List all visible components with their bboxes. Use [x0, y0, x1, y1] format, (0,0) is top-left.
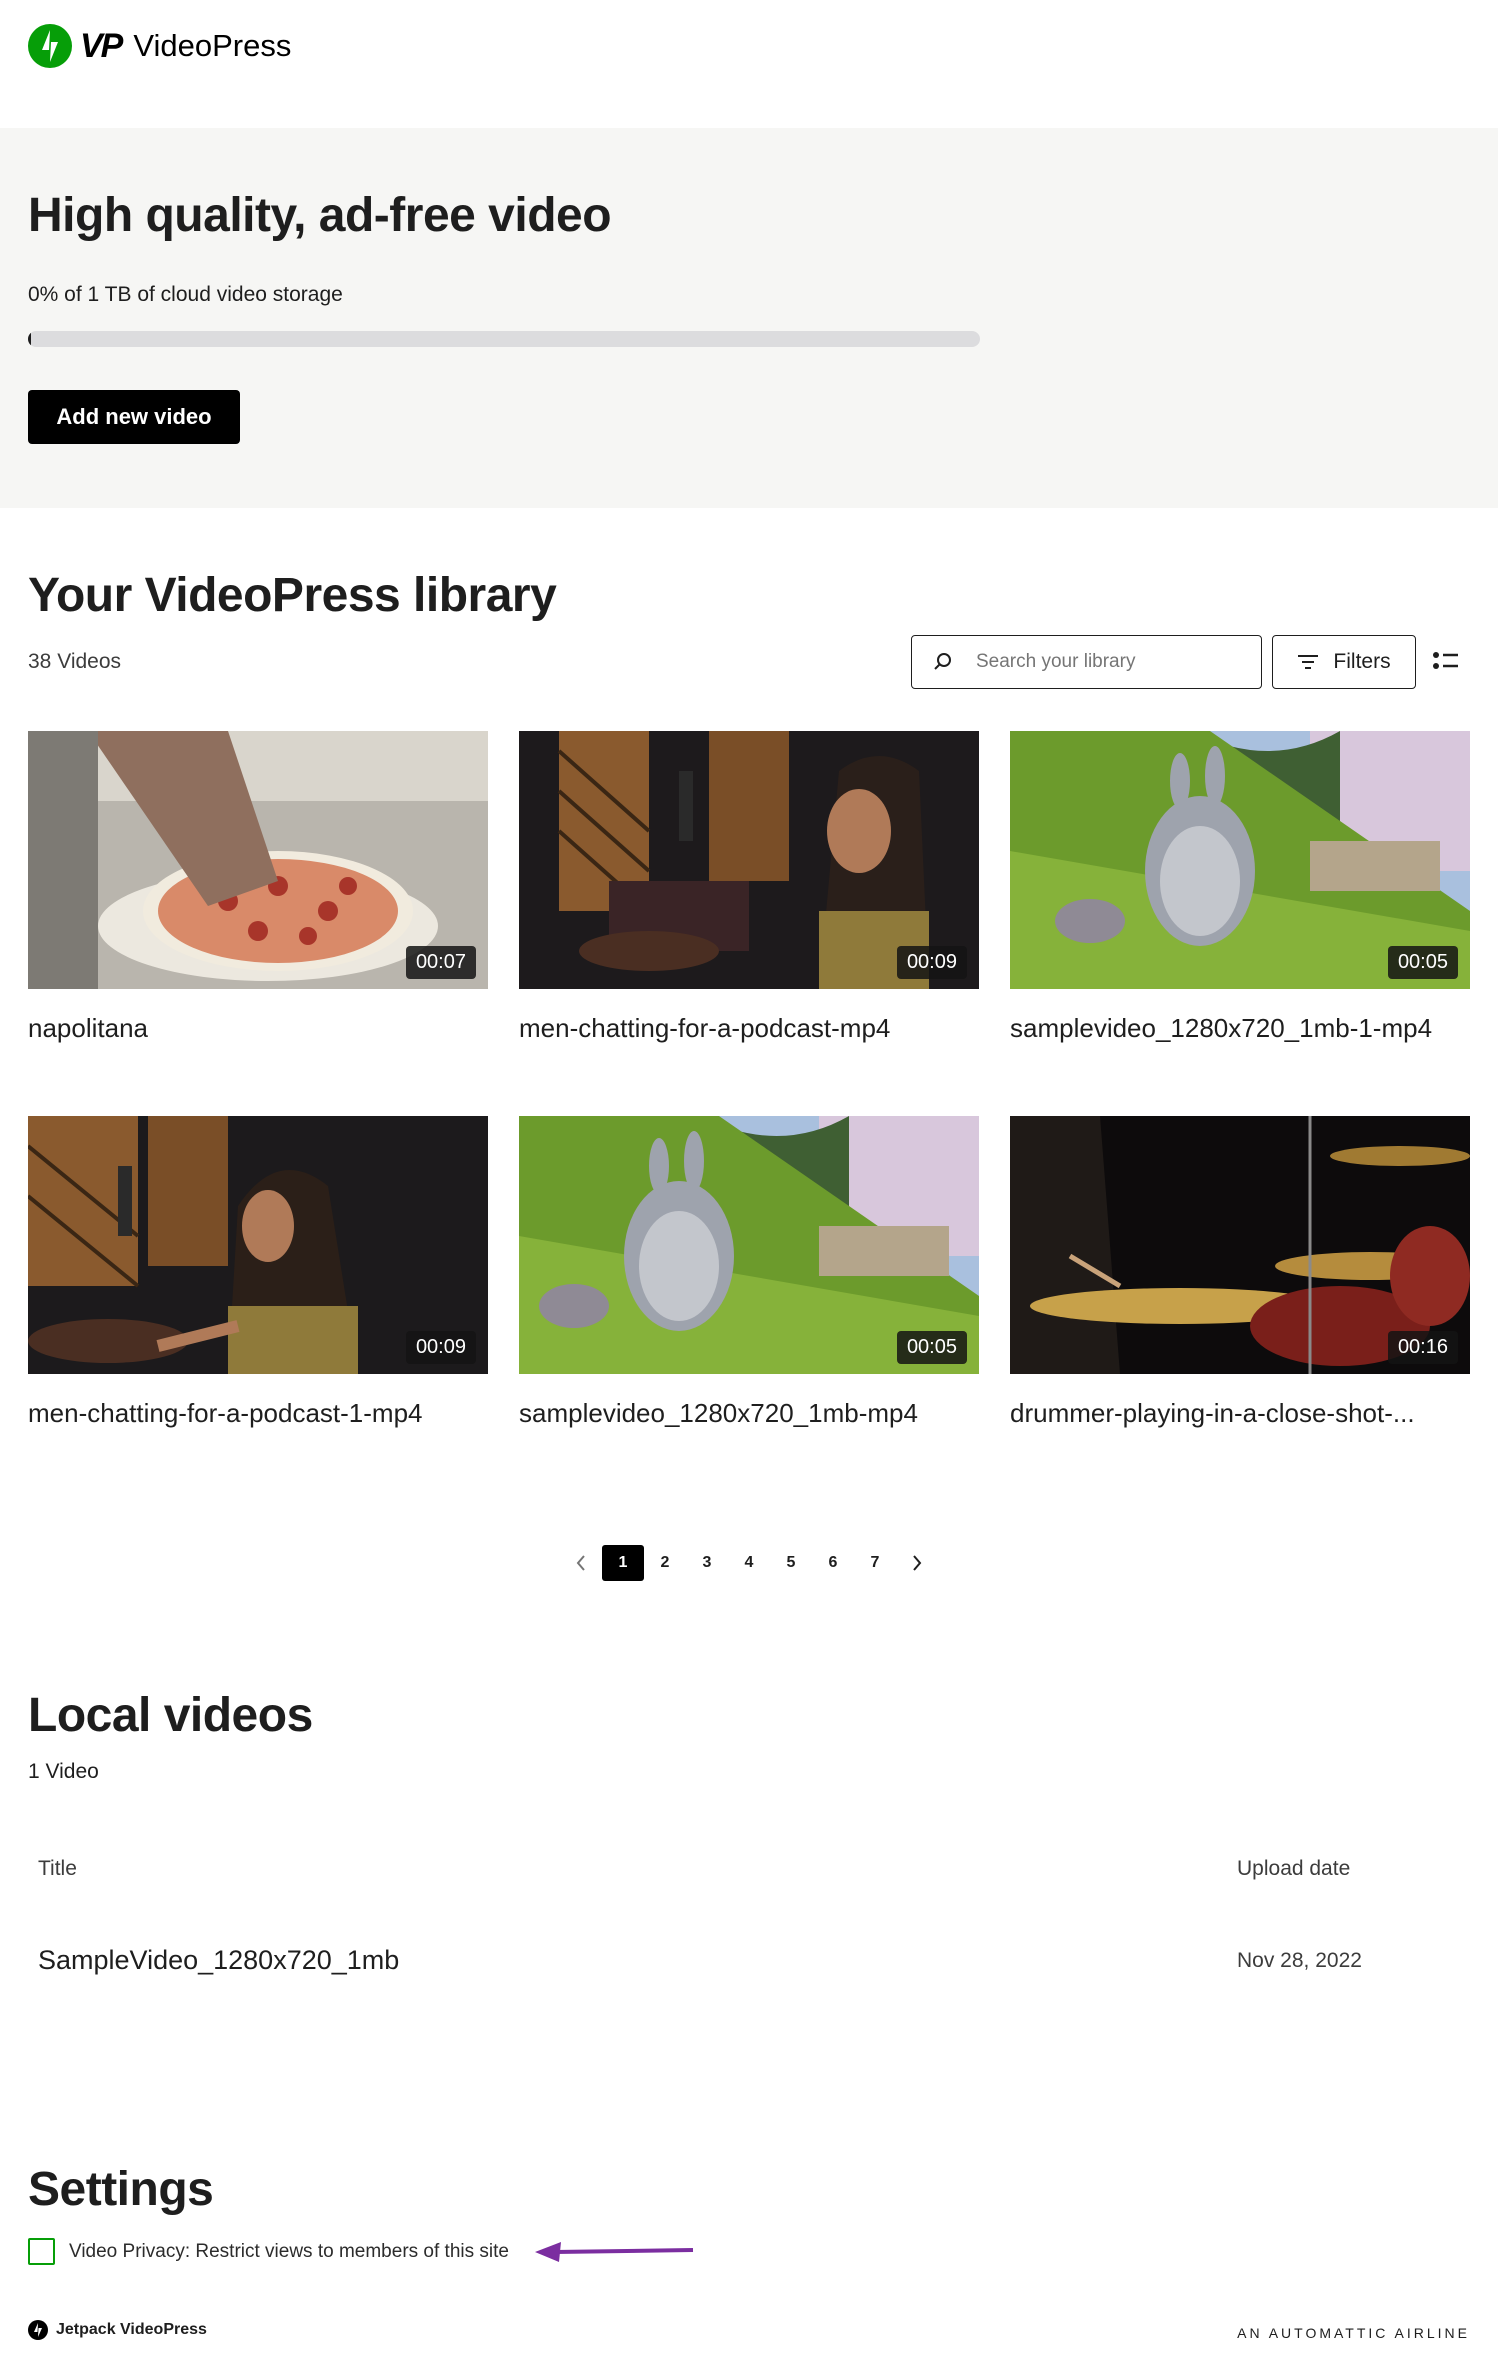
footer-brand-name: Jetpack VideoPress — [56, 2321, 207, 2338]
storage-usage-text: 0% of 1 TB of cloud video storage — [28, 283, 343, 306]
previous-page-button[interactable] — [560, 1545, 602, 1581]
library-search[interactable] — [911, 635, 1262, 689]
video-thumbnail[interactable]: 00:09 — [28, 1116, 488, 1374]
video-title[interactable]: men-chatting-for-a-podcast-mp4 — [519, 1013, 979, 1044]
video-title[interactable]: men-chatting-for-a-podcast-1-mp4 — [28, 1398, 488, 1429]
page-6-button[interactable]: 6 — [812, 1545, 854, 1581]
page-7-button[interactable]: 7 — [854, 1545, 896, 1581]
search-input[interactable] — [976, 651, 1236, 673]
video-card[interactable]: 00:05 samplevideo_1280x720_1mb-mp4 — [519, 1116, 979, 1429]
video-title[interactable]: drummer-playing-in-a-close-shot-... — [1010, 1398, 1470, 1429]
chevron-left-icon — [576, 1555, 585, 1571]
filter-icon — [1298, 655, 1319, 669]
library-video-count: 38 Videos — [28, 650, 122, 673]
video-thumbnail[interactable]: 00:09 — [519, 731, 979, 989]
local-videos-title: Local videos — [28, 1689, 313, 1742]
page-3-button[interactable]: 3 — [686, 1545, 728, 1581]
video-thumbnail[interactable]: 00:16 — [1010, 1116, 1470, 1374]
hero-title: High quality, ad-free video — [28, 189, 612, 242]
search-icon — [932, 651, 954, 673]
storage-progress-fill — [28, 331, 31, 347]
brand-name: VideoPress — [133, 28, 292, 63]
annotation-arrow-icon — [535, 2242, 694, 2262]
column-header-upload-date[interactable]: Upload date — [1237, 1857, 1350, 1881]
footer-brand: Jetpack VideoPress — [28, 2320, 207, 2340]
video-card[interactable]: 00:09 men-chatting-for-a-podcast-mp4 — [519, 731, 979, 1044]
list-view-toggle[interactable] — [1432, 648, 1460, 674]
video-card[interactable]: 00:16 drummer-playing-in-a-close-shot-..… — [1010, 1116, 1470, 1429]
video-card[interactable]: 00:09 men-chatting-for-a-podcast-1-mp4 — [28, 1116, 488, 1429]
list-view-icon — [1433, 652, 1458, 669]
page-4-button[interactable]: 4 — [728, 1545, 770, 1581]
settings-title: Settings — [28, 2163, 214, 2216]
video-title[interactable]: samplevideo_1280x720_1mb-mp4 — [519, 1398, 979, 1429]
automattic-airline-link[interactable]: AN AUTOMATTIC AIRLINE — [1237, 2325, 1470, 2341]
column-header-title[interactable]: Title — [38, 1857, 77, 1881]
add-new-video-button[interactable]: Add new video — [28, 390, 240, 444]
next-page-button[interactable] — [896, 1545, 938, 1581]
chevron-right-icon — [913, 1555, 922, 1571]
local-video-upload-date: Nov 28, 2022 — [1237, 1949, 1362, 1972]
video-duration: 00:16 — [1387, 1331, 1458, 1364]
library-title: Your VideoPress library — [28, 569, 557, 622]
video-card[interactable]: 00:07 napolitana — [28, 731, 488, 1044]
video-duration: 00:07 — [405, 946, 476, 979]
storage-progress-bar — [28, 331, 980, 347]
video-duration: 00:09 — [896, 946, 967, 979]
video-privacy-setting[interactable]: Video Privacy: Restrict views to members… — [28, 2238, 509, 2265]
jetpack-footer-icon — [28, 2320, 48, 2340]
hero-section: High quality, ad-free video 0% of 1 TB o… — [0, 128, 1498, 508]
video-privacy-label[interactable]: Video Privacy: Restrict views to members… — [69, 2241, 509, 2263]
video-duration: 00:09 — [405, 1331, 476, 1364]
video-title[interactable]: samplevideo_1280x720_1mb-1-mp4 — [1010, 1013, 1470, 1044]
video-duration: 00:05 — [896, 1331, 967, 1364]
video-thumbnail[interactable]: 00:05 — [1010, 731, 1470, 989]
filters-button[interactable]: Filters — [1272, 635, 1416, 689]
filters-label: Filters — [1333, 650, 1391, 673]
video-duration: 00:05 — [1387, 946, 1458, 979]
pagination: 1 2 3 4 5 6 7 — [560, 1545, 938, 1581]
page-2-button[interactable]: 2 — [644, 1545, 686, 1581]
local-videos-count: 1 Video — [28, 1760, 99, 1783]
page-1-button[interactable]: 1 — [602, 1545, 644, 1581]
video-title[interactable]: napolitana — [28, 1013, 488, 1044]
page-5-button[interactable]: 5 — [770, 1545, 812, 1581]
video-thumbnail[interactable]: 00:05 — [519, 1116, 979, 1374]
brand-logo[interactable]: VP VideoPress — [28, 24, 291, 68]
jetpack-logo-icon — [28, 24, 72, 68]
video-privacy-checkbox[interactable] — [28, 2238, 55, 2265]
local-video-title[interactable]: SampleVideo_1280x720_1mb — [38, 1945, 399, 1976]
video-thumbnail[interactable]: 00:07 — [28, 731, 488, 989]
header: VP VideoPress — [0, 0, 1498, 128]
video-card[interactable]: 00:05 samplevideo_1280x720_1mb-1-mp4 — [1010, 731, 1470, 1044]
videopress-mark: VP — [80, 26, 123, 65]
